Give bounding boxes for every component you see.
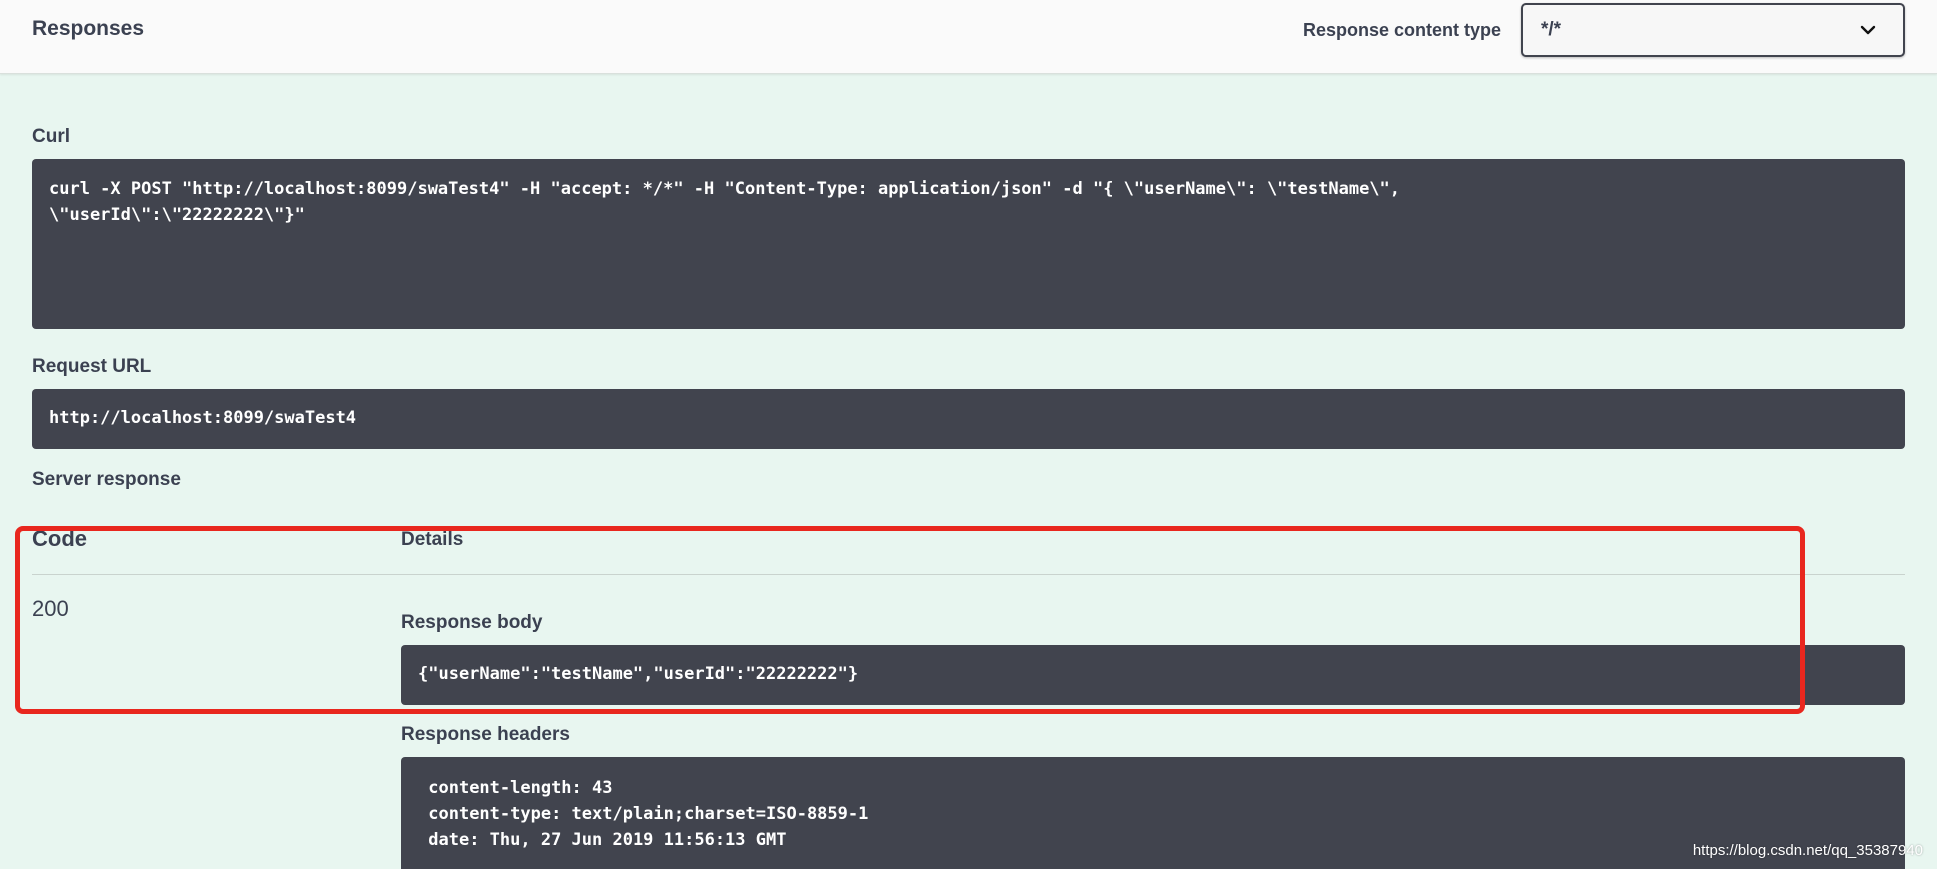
response-headers-block[interactable]: content-length: 43 content-type: text/pl… — [401, 757, 1905, 869]
request-url-label: Request URL — [32, 356, 152, 377]
server-response-label: Server response — [32, 469, 181, 490]
curl-code-block[interactable]: curl -X POST "http://localhost:8099/swaT… — [32, 159, 1905, 329]
request-url-block[interactable]: http://localhost:8099/swaTest4 — [32, 389, 1905, 449]
response-headers-content[interactable]: content-length: 43 content-type: text/pl… — [418, 775, 1888, 853]
responses-panel: Responses Response content type */* Curl… — [0, 0, 1937, 869]
chevron-down-icon — [1860, 25, 1876, 35]
responses-header: Responses Response content type */* — [0, 0, 1937, 74]
curl-label: Curl — [32, 126, 70, 147]
highlight-annotation — [15, 526, 1805, 714]
request-url-value[interactable]: http://localhost:8099/swaTest4 — [49, 405, 1888, 431]
response-content-type-select[interactable]: */* — [1521, 3, 1905, 57]
response-headers-label: Response headers — [401, 724, 570, 745]
watermark: https://blog.csdn.net/qq_35387940 — [1692, 842, 1923, 859]
response-content-type-label: Response content type — [1303, 20, 1502, 40]
responses-title: Responses — [32, 17, 145, 40]
response-content-type-value: */* — [1541, 19, 1562, 40]
curl-command[interactable]: curl -X POST "http://localhost:8099/swaT… — [49, 176, 1888, 228]
